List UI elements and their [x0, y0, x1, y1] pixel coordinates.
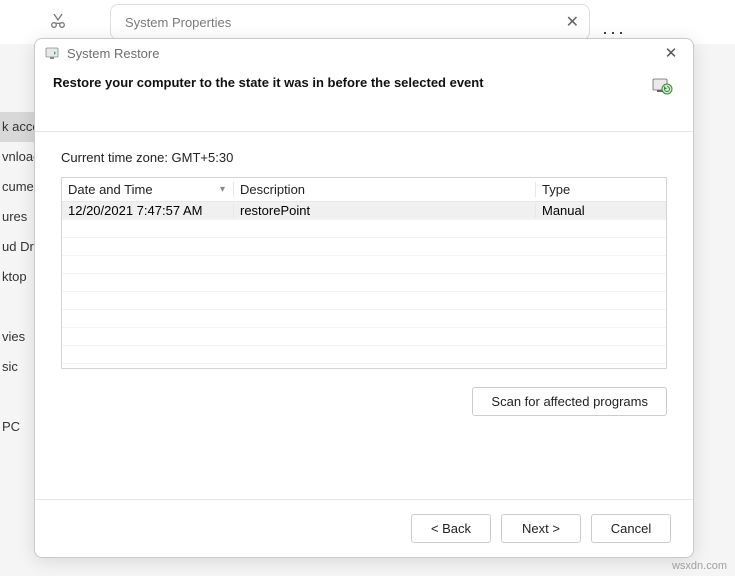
table-row: [62, 220, 666, 238]
close-icon: ✕: [665, 44, 678, 62]
table-row[interactable]: 12/20/2021 7:47:57 AM restorePoint Manua…: [62, 202, 666, 220]
table-row: [62, 310, 666, 328]
scan-row: Scan for affected programs: [61, 387, 667, 416]
table-row: [62, 328, 666, 346]
column-header-description-label: Description: [240, 182, 305, 197]
dialog-header: Restore your computer to the state it wa…: [35, 67, 693, 131]
back-button[interactable]: < Back: [411, 514, 491, 543]
restore-points-table: Date and Time ▾ Description Type 12/20/2…: [61, 177, 667, 369]
restore-point-icon: [651, 75, 671, 95]
cell-date: 12/20/2021 7:47:57 AM: [62, 203, 234, 218]
close-icon[interactable]: ✕: [566, 12, 579, 32]
cut-icon: [50, 13, 66, 32]
table-row: [62, 346, 666, 364]
cancel-button[interactable]: Cancel: [591, 514, 671, 543]
table-header: Date and Time ▾ Description Type: [62, 178, 666, 202]
close-button[interactable]: ✕: [659, 41, 683, 65]
column-header-date-label: Date and Time: [68, 182, 153, 197]
column-header-description[interactable]: Description: [234, 182, 536, 197]
watermark: wsxdn.com: [672, 560, 727, 572]
column-header-type-label: Type: [542, 182, 570, 197]
dialog-heading: Restore your computer to the state it wa…: [53, 75, 484, 90]
table-row: [62, 238, 666, 256]
table-row: [62, 292, 666, 310]
system-restore-icon: [45, 45, 61, 61]
table-body: 12/20/2021 7:47:57 AM restorePoint Manua…: [62, 202, 666, 368]
sort-descending-icon: ▾: [220, 184, 225, 195]
next-button[interactable]: Next >: [501, 514, 581, 543]
column-header-type[interactable]: Type: [536, 182, 666, 197]
table-row: [62, 274, 666, 292]
timezone-label: Current time zone: GMT+5:30: [61, 150, 667, 165]
dialog-content: Current time zone: GMT+5:30 Date and Tim…: [35, 132, 693, 499]
background-dialog-title: System Properties: [125, 15, 231, 30]
column-header-date[interactable]: Date and Time ▾: [62, 182, 234, 197]
cell-description: restorePoint: [234, 203, 536, 218]
system-restore-dialog: System Restore ✕ Restore your computer t…: [34, 38, 694, 558]
cell-type: Manual: [536, 203, 666, 218]
table-row: [62, 256, 666, 274]
scan-affected-programs-button[interactable]: Scan for affected programs: [472, 387, 667, 416]
dialog-title: System Restore: [67, 46, 659, 61]
background-dialog-titlebar: System Properties ✕: [110, 4, 590, 40]
title-bar: System Restore ✕: [35, 39, 693, 67]
dialog-footer: < Back Next > Cancel: [35, 499, 693, 557]
